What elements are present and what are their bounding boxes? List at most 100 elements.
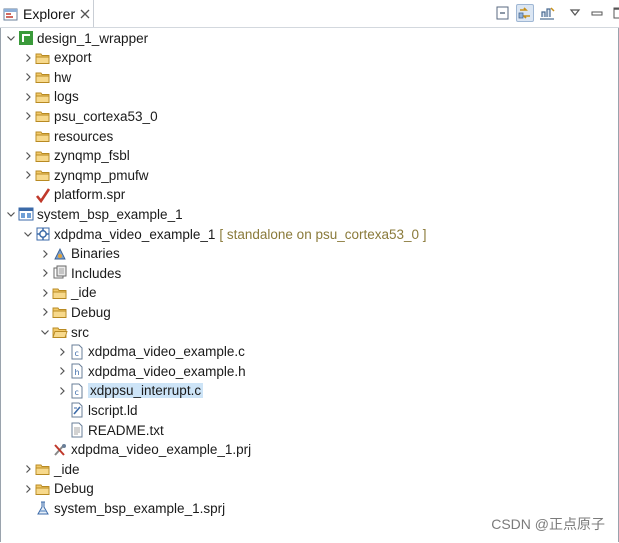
tree-item[interactable]: psu_cortexa53_0 [21,106,158,126]
includes-icon [52,265,68,281]
tree-item[interactable]: README.txt [55,420,164,440]
source-folder-icon [52,324,68,340]
folder-icon [35,69,51,85]
chevron-right-icon[interactable] [38,244,52,264]
tree-item-label: _ide [71,285,97,301]
chevron-down-icon[interactable] [38,322,52,342]
tree-item[interactable]: Includes [38,263,121,283]
svg-text:c: c [75,388,79,397]
tree-item[interactable]: h xdpdma_video_example.h [55,361,246,381]
minimize-icon[interactable] [588,4,606,22]
application-project-icon [35,226,51,242]
chevron-right-icon[interactable] [21,87,35,107]
chevron-down-icon[interactable] [4,204,18,224]
chevron-right-icon[interactable] [21,67,35,87]
tree-item[interactable]: logs [21,87,79,107]
tree-item[interactable]: src [38,322,89,342]
chevron-right-icon[interactable] [55,381,69,401]
tree-item[interactable]: system_bsp_example_1 [4,204,183,224]
tree-item[interactable]: zynqmp_fsbl [21,146,130,166]
tree-item-label: logs [54,89,79,105]
tree-item-label: Binaries [71,246,120,262]
tree-item-label: xdppsu_interrupt.c [88,383,204,399]
tree-item[interactable]: _ide [38,283,97,303]
svg-text:c: c [75,349,79,358]
tree-item[interactable]: zynqmp_pmufw [21,165,149,185]
folder-icon [35,128,51,144]
tree-item[interactable]: hw [21,67,71,87]
maximize-icon[interactable] [610,4,619,22]
binaries-icon [52,246,68,262]
explorer-tab[interactable]: Explorer [0,0,94,27]
tree-item[interactable]: c xdpdma_video_example.c [55,342,245,362]
chevron-down-icon[interactable] [4,28,18,48]
folder-icon [35,148,51,164]
spr-file-icon [35,187,51,203]
chevron-right-icon[interactable] [38,283,52,303]
chevron-right-icon[interactable] [21,165,35,185]
tree-item[interactable]: export [21,48,92,68]
close-icon[interactable] [79,8,91,20]
chevron-right-icon[interactable] [21,48,35,68]
svg-text:h: h [75,368,80,377]
tree-item-label: platform.spr [54,187,126,203]
folder-icon [35,89,51,105]
tree-item-label: Debug [71,304,111,320]
chevron-right-icon[interactable] [21,479,35,499]
folder-icon [35,167,51,183]
chevron-right-icon[interactable] [21,459,35,479]
chevron-right-icon[interactable] [38,302,52,322]
chevron-down-icon[interactable] [21,224,35,244]
folder-icon [35,108,51,124]
filter-icon[interactable] [538,4,556,22]
tree-item[interactable]: Debug [38,302,111,322]
tree-item[interactable]: Debug [21,479,94,499]
tree-item-label: hw [54,69,72,85]
tree-item[interactable]: xdpdma_video_example_1.prj [38,440,251,460]
chevron-right-icon[interactable] [21,146,35,166]
watermark: CSDN @正点原子 [491,516,605,532]
chevron-right-icon[interactable] [55,342,69,362]
tree-item-label: system_bsp_example_1 [37,206,183,222]
folder-icon [35,50,51,66]
tree-item[interactable]: resources [21,126,113,146]
tree-item-label: README.txt [88,422,164,438]
tree-item[interactable]: c xdppsu_interrupt.c [55,381,204,401]
chevron-right-icon[interactable] [21,106,35,126]
link-editor-icon[interactable] [516,4,534,22]
tree-item-label: xdpdma_video_example.c [88,344,245,360]
collapse-all-icon[interactable] [494,4,512,22]
c-file-icon: c [69,344,85,360]
tree-item[interactable]: lscript.ld [55,400,138,420]
tree-item-label: zynqmp_fsbl [54,148,130,164]
tree-item[interactable]: _ide [21,459,80,479]
folder-icon [52,285,68,301]
tree-item-label: _ide [54,461,80,477]
tree-item[interactable]: design_1_wrapper [4,28,148,48]
h-file-icon: h [69,363,85,379]
explorer-tab-label: Explorer [23,5,76,22]
tree-item[interactable]: platform.spr [21,185,125,205]
tree-item[interactable]: xdpdma_video_example_1[ standalone on ps… [21,224,427,244]
chevron-right-icon[interactable] [38,263,52,283]
chevron-right-icon[interactable] [55,361,69,381]
view-menu-icon[interactable] [566,4,584,22]
tree-item-decoration: [ standalone on psu_cortexa53_0 ] [219,226,427,242]
view-toolbar [494,4,619,22]
tree-item-label: xdpdma_video_example_1 [54,226,216,242]
tree-item[interactable]: Binaries [38,244,120,264]
tree-item-label: xdpdma_video_example_1.prj [71,442,252,458]
linker-script-icon [69,402,85,418]
folder-icon [35,461,51,477]
tree-item-label: psu_cortexa53_0 [54,108,158,124]
tree-item[interactable]: system_bsp_example_1.sprj [21,498,225,518]
tree-item-label: zynqmp_pmufw [54,167,149,183]
tree-item-label: system_bsp_example_1.sprj [54,500,226,516]
system-project-icon [18,206,34,222]
tree-item-label: lscript.ld [88,402,138,418]
